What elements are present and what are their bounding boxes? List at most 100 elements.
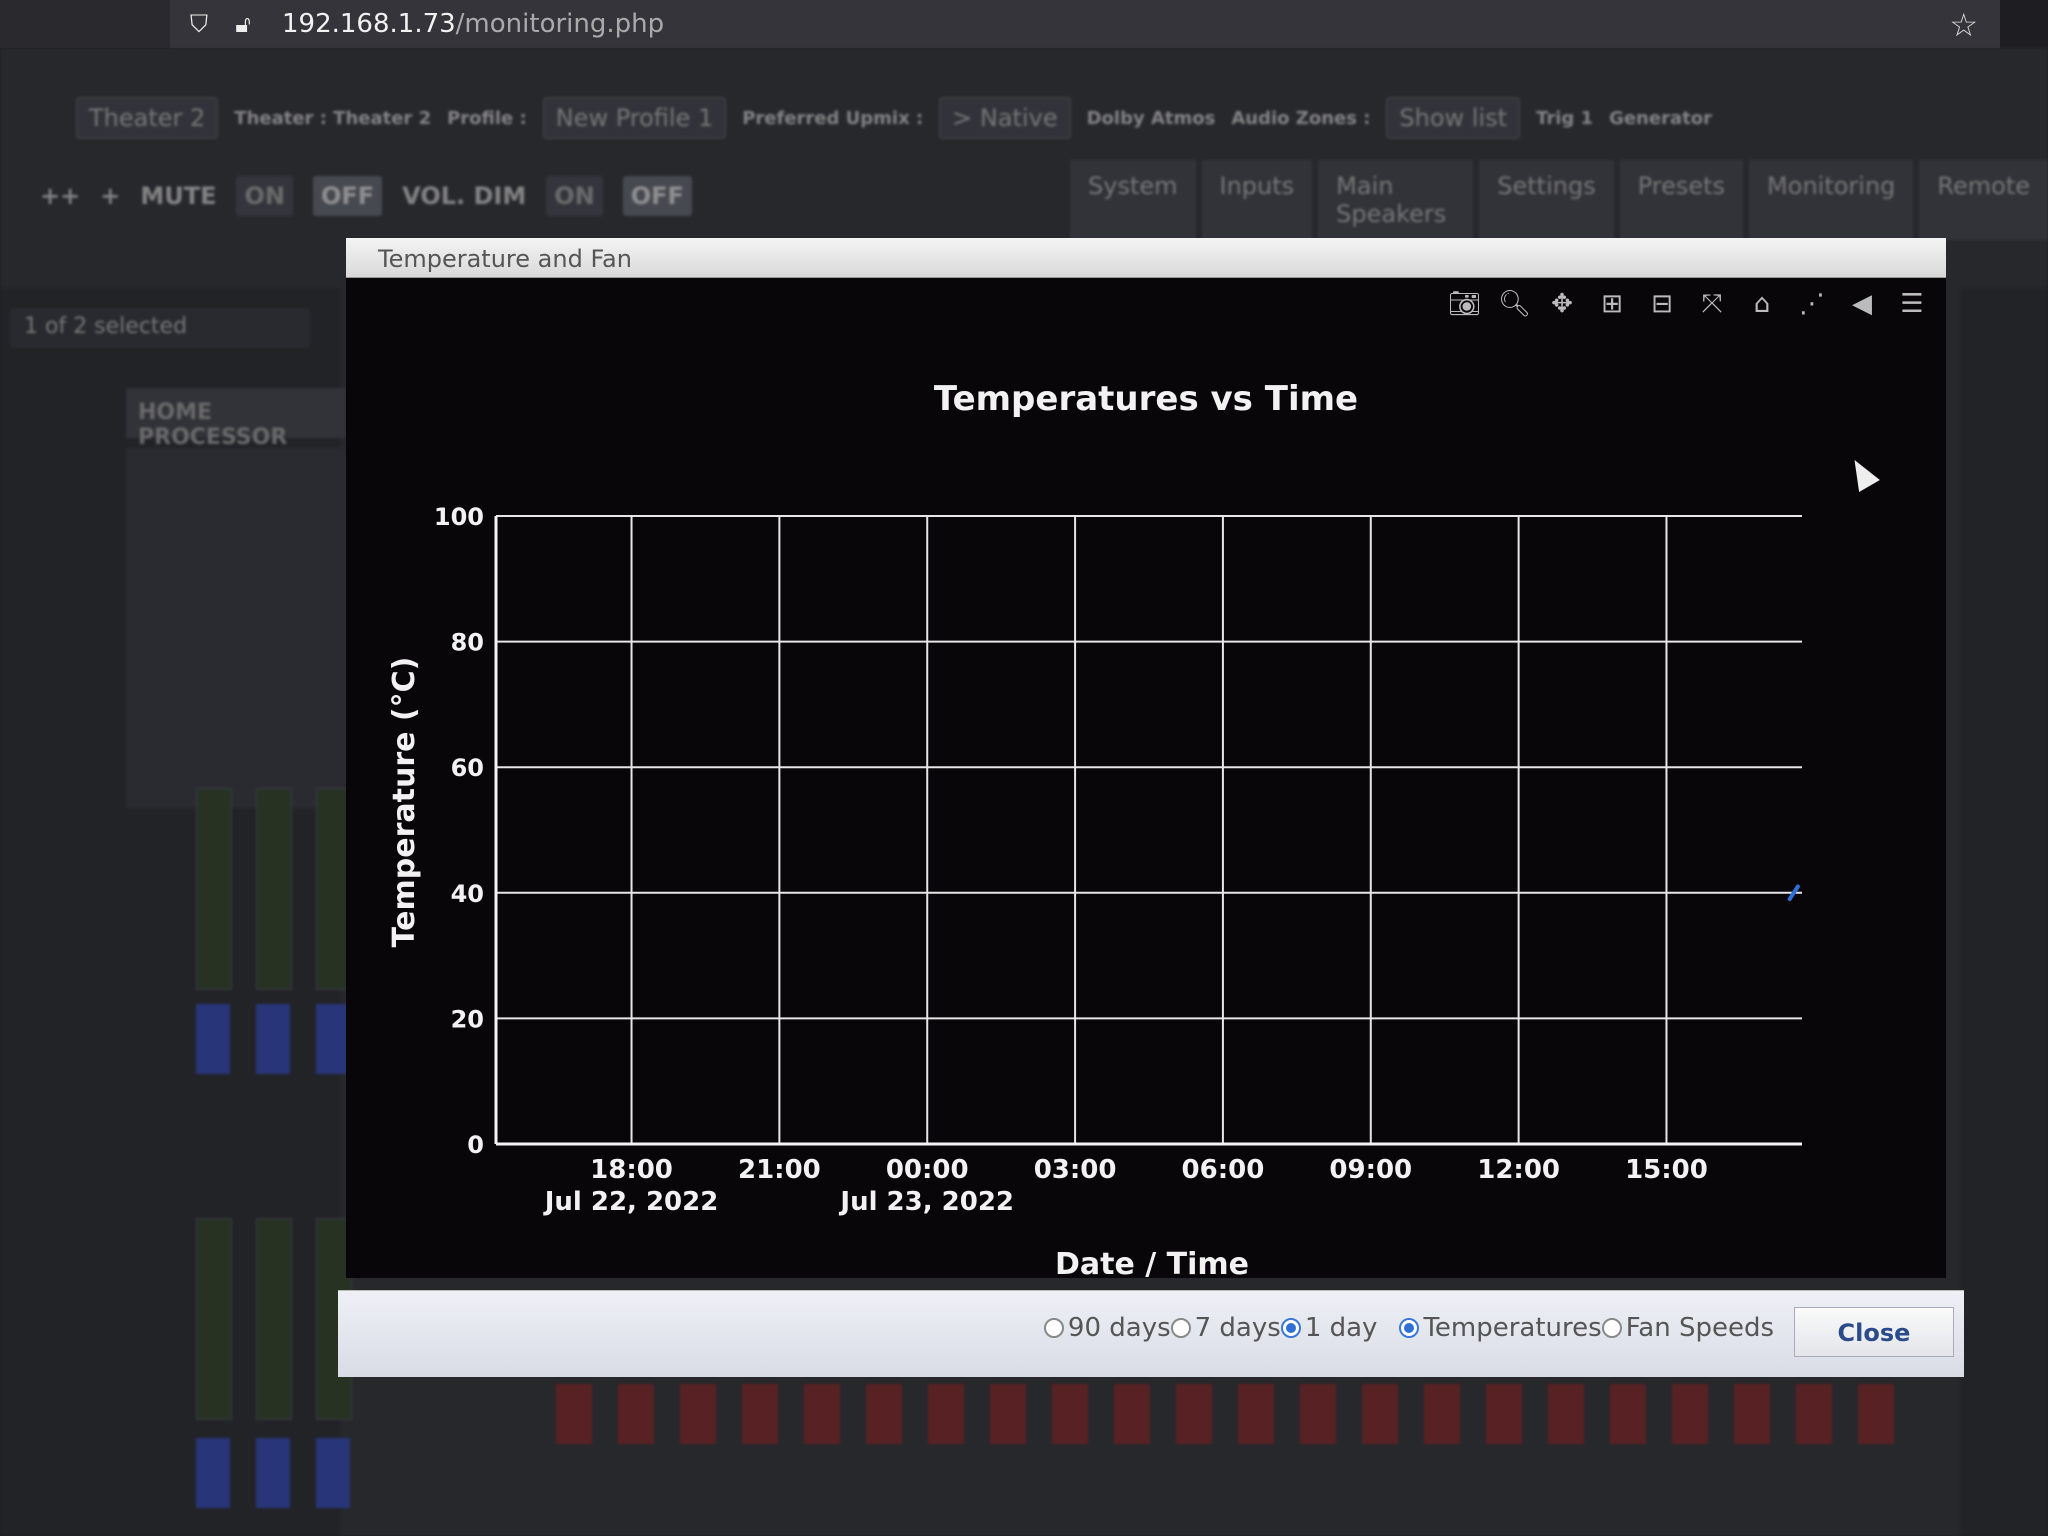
off-strip[interactable] <box>866 1384 902 1444</box>
shield-icon[interactable]: ⛉ <box>184 9 214 39</box>
spike-lines-icon[interactable]: ⋰ <box>1798 290 1826 318</box>
main-tabs: System Inputs Main Speakers Settings Pre… <box>1070 160 2048 240</box>
tab-presets[interactable]: Presets <box>1619 160 1744 240</box>
upmix-select[interactable]: > Native <box>939 97 1071 139</box>
metric-fan-speeds-option[interactable]: Fan Speeds <box>1601 1313 1774 1343</box>
y-tick-label: 40 <box>451 880 484 908</box>
off-strip[interactable] <box>742 1384 778 1444</box>
plus-icon[interactable]: + <box>100 182 120 210</box>
temperature-fan-dialog: Temperature and Fan 0 20 40 60 80 100 18:00 Jul… <box>338 238 1964 1378</box>
dim-off-button[interactable]: OFF <box>622 176 692 216</box>
range-1-day-option[interactable]: 1 day <box>1280 1313 1378 1343</box>
off-strip[interactable] <box>928 1384 964 1444</box>
right-panel <box>1960 288 2048 1536</box>
trig-label: Trig 1 <box>1536 107 1594 129</box>
input-channel-button[interactable] <box>196 1004 230 1074</box>
radio-button-selected[interactable] <box>1399 1318 1420 1338</box>
off-strip[interactable] <box>1486 1384 1522 1444</box>
zoom-out-icon[interactable]: ⊟ <box>1648 290 1676 318</box>
off-strip[interactable] <box>1362 1384 1398 1444</box>
off-strip[interactable] <box>804 1384 840 1444</box>
metric-temperatures-option[interactable]: Temperatures <box>1399 1313 1602 1343</box>
off-strip[interactable] <box>1734 1384 1770 1444</box>
radio-button[interactable] <box>1170 1318 1191 1338</box>
preset-select[interactable]: Theater 2 <box>76 97 219 139</box>
y-axis-label: Temperature (°C) <box>387 657 422 948</box>
profile-select[interactable]: New Profile 1 <box>542 97 727 139</box>
output-meter <box>256 1218 292 1420</box>
off-strip[interactable] <box>1610 1384 1646 1444</box>
tab-inputs[interactable]: Inputs <box>1201 160 1313 240</box>
off-strip[interactable] <box>1858 1384 1894 1444</box>
off-strip[interactable] <box>1424 1384 1460 1444</box>
chart-title: Temperatures vs Time <box>934 379 1358 419</box>
zoom-in-icon[interactable]: ⊞ <box>1598 290 1626 318</box>
y-tick-label: 60 <box>451 754 484 782</box>
x-tick-label: 00:00 <box>886 1155 969 1185</box>
radio-button-selected[interactable] <box>1280 1318 1301 1338</box>
off-strip[interactable] <box>1300 1384 1336 1444</box>
off-strip[interactable] <box>618 1384 654 1444</box>
output-channel-button[interactable] <box>196 1438 230 1508</box>
zones-select[interactable]: Show list <box>1386 97 1521 139</box>
zones-label: Audio Zones : <box>1231 107 1371 129</box>
camera-icon[interactable]: 📷︎ <box>1448 290 1481 318</box>
input-channel-button[interactable] <box>316 1004 350 1074</box>
insecure-lock-icon[interactable]: 🔓︎ <box>228 9 258 39</box>
tab-settings[interactable]: Settings <box>1479 160 1614 240</box>
mute-on-button[interactable]: ON <box>236 176 293 216</box>
off-strip[interactable] <box>1114 1384 1150 1444</box>
temperature-chart[interactable]: 0 20 40 60 80 100 18:00Jul 22, 2022 21:00 00:00J… <box>346 278 1946 1278</box>
output-channel-button[interactable] <box>256 1438 290 1508</box>
x-tick-label: 12:00 <box>1477 1155 1560 1185</box>
hover-compare-icon[interactable]: ☰ <box>1898 290 1926 318</box>
off-strip[interactable] <box>680 1384 716 1444</box>
off-strip[interactable] <box>1672 1384 1708 1444</box>
tab-monitoring[interactable]: Monitoring <box>1749 160 1914 240</box>
off-strip[interactable] <box>1052 1384 1088 1444</box>
zoom-icon[interactable]: 🔍︎ <box>1498 290 1531 318</box>
output-meter <box>196 1218 232 1420</box>
x-tick-date-label: Jul 23, 2022 <box>838 1187 1014 1217</box>
range-7-days-label: 7 days <box>1194 1313 1281 1343</box>
dialog-title[interactable]: Temperature and Fan <box>346 238 1946 278</box>
mute-off-button[interactable]: OFF <box>312 176 383 216</box>
tab-main-speakers[interactable]: Main Speakers <box>1318 160 1474 240</box>
off-strip[interactable] <box>990 1384 1026 1444</box>
url-bar[interactable]: ⛉ 🔓︎ 192.168.1.73/monitoring.php ☆ <box>170 0 2000 49</box>
url-text[interactable]: 192.168.1.73/monitoring.php <box>282 9 664 39</box>
chart-grid <box>496 515 1802 1144</box>
mute-label: MUTE <box>140 182 217 210</box>
bookmark-star-icon[interactable]: ☆ <box>1949 6 1978 44</box>
chart-toolbar: 📷︎ 🔍︎ ✥ ⊞ ⊟ ⤧ ⌂ ⋰ ◀ ☰ <box>1448 290 1926 318</box>
autoscale-icon[interactable]: ⤧ <box>1698 290 1726 318</box>
tab-remote[interactable]: Remote <box>1919 160 2048 240</box>
dim-on-button[interactable]: ON <box>546 176 603 216</box>
plus-plus-icon[interactable]: ++ <box>40 182 80 210</box>
off-strip[interactable] <box>1176 1384 1212 1444</box>
off-strip[interactable] <box>1238 1384 1274 1444</box>
output-off-strips <box>550 1380 1980 1536</box>
off-strip[interactable] <box>1796 1384 1832 1444</box>
dolby-label: Dolby Atmos <box>1086 107 1216 129</box>
off-strip[interactable] <box>556 1384 592 1444</box>
input-channel-button[interactable] <box>256 1004 290 1074</box>
range-90-days-option[interactable]: 90 days <box>1043 1313 1171 1343</box>
close-button[interactable]: Close <box>1794 1307 1954 1357</box>
pan-icon[interactable]: ✥ <box>1548 290 1576 318</box>
radio-button[interactable] <box>1601 1318 1622 1338</box>
chart-ticks: 0 20 40 60 80 100 18:00Jul 22, 2022 21:00 00:00J… <box>434 503 1708 1217</box>
hover-closest-icon[interactable]: ◀ <box>1848 290 1876 318</box>
radio-button[interactable] <box>1043 1318 1064 1338</box>
output-channel-button[interactable] <box>316 1438 350 1508</box>
range-1-day-label: 1 day <box>1304 1313 1378 1343</box>
x-axis-label: Date / Time <box>1055 1247 1249 1278</box>
chart-options: 90 days 7 days 1 day Temperatures Fan Sp… <box>1043 1313 1774 1343</box>
x-tick-label: 15:00 <box>1625 1155 1708 1185</box>
x-tick-label: 03:00 <box>1034 1155 1117 1185</box>
tab-system[interactable]: System <box>1070 160 1196 240</box>
off-strip[interactable] <box>1548 1384 1584 1444</box>
range-7-days-option[interactable]: 7 days <box>1170 1313 1281 1343</box>
home-icon[interactable]: ⌂ <box>1748 290 1776 318</box>
theater-label: Theater : Theater 2 <box>234 107 432 129</box>
